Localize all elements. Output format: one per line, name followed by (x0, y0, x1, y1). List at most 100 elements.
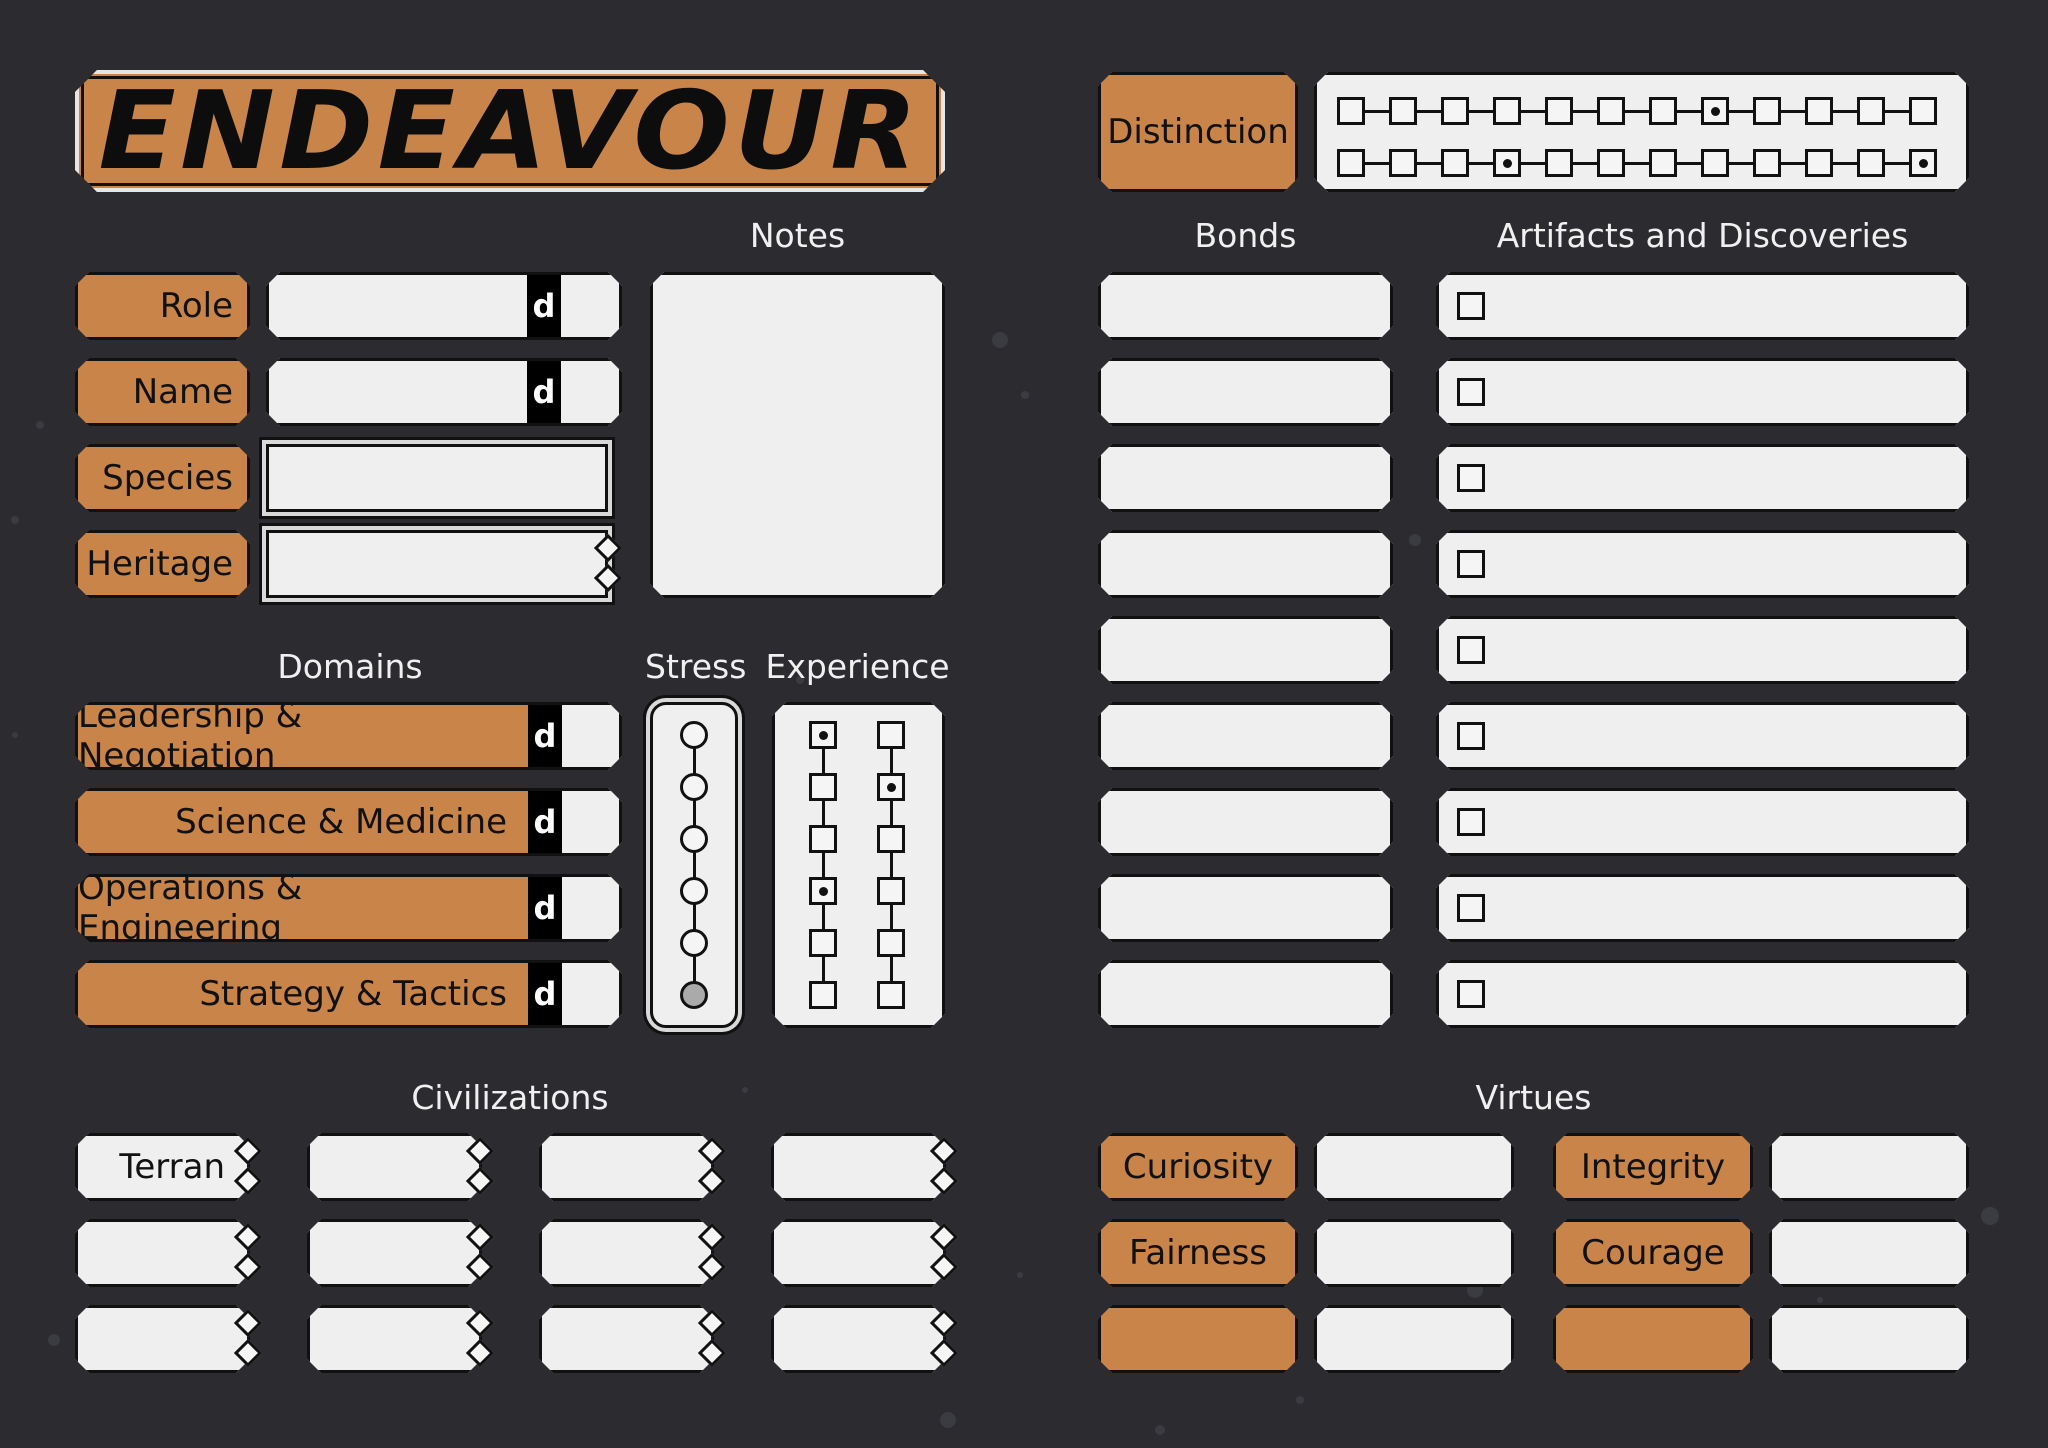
experience-box[interactable] (809, 929, 837, 957)
distinction-box[interactable] (1649, 97, 1677, 125)
civilization-field[interactable] (771, 1133, 946, 1201)
artifact-field[interactable] (1436, 358, 1969, 426)
distinction-box[interactable] (1597, 97, 1625, 125)
virtue-value-field[interactable] (1314, 1133, 1514, 1201)
artifact-checkbox[interactable] (1457, 894, 1485, 922)
distinction-box[interactable] (1909, 149, 1937, 177)
experience-box[interactable] (809, 773, 837, 801)
artifact-field[interactable] (1436, 444, 1969, 512)
artifact-checkbox[interactable] (1457, 808, 1485, 836)
heritage-field[interactable] (266, 530, 608, 598)
distinction-box[interactable] (1909, 97, 1937, 125)
role-field[interactable]: d (266, 272, 622, 340)
artifact-checkbox[interactable] (1457, 722, 1485, 750)
artifact-field[interactable] (1436, 530, 1969, 598)
distinction-box[interactable] (1805, 149, 1833, 177)
stress-circle[interactable] (680, 773, 708, 801)
distinction-box[interactable] (1805, 97, 1833, 125)
distinction-box[interactable] (1701, 97, 1729, 125)
artifact-checkbox[interactable] (1457, 636, 1485, 664)
distinction-box[interactable] (1597, 149, 1625, 177)
domains-heading: Domains (277, 647, 423, 686)
artifact-field[interactable] (1436, 960, 1969, 1028)
distinction-box[interactable] (1337, 149, 1365, 177)
artifact-field[interactable] (1436, 702, 1969, 770)
experience-box[interactable] (877, 721, 905, 749)
civilization-field[interactable] (307, 1219, 482, 1287)
domain-die-field[interactable] (562, 960, 622, 1028)
bond-field[interactable] (1098, 530, 1393, 598)
civilization-field[interactable] (75, 1305, 250, 1373)
experience-box[interactable] (809, 721, 837, 749)
artifact-checkbox[interactable] (1457, 378, 1485, 406)
distinction-box[interactable] (1545, 97, 1573, 125)
civilization-field[interactable]: Terran (75, 1133, 250, 1201)
artifact-field[interactable] (1436, 788, 1969, 856)
artifact-field[interactable] (1436, 616, 1969, 684)
virtue-value-field[interactable] (1769, 1133, 1969, 1201)
bond-field[interactable] (1098, 272, 1393, 340)
virtue-value-field[interactable] (1314, 1219, 1514, 1287)
domain-die-field[interactable] (562, 702, 622, 770)
distinction-box[interactable] (1493, 149, 1521, 177)
name-label-box: Name (75, 358, 250, 426)
experience-box[interactable] (809, 877, 837, 905)
experience-box[interactable] (877, 981, 905, 1009)
civilization-field[interactable] (771, 1219, 946, 1287)
artifact-checkbox[interactable] (1457, 980, 1485, 1008)
experience-box[interactable] (809, 981, 837, 1009)
bond-field[interactable] (1098, 444, 1393, 512)
civilization-field[interactable] (307, 1133, 482, 1201)
stress-circle[interactable] (680, 877, 708, 905)
distinction-box[interactable] (1753, 97, 1781, 125)
civilization-field[interactable] (539, 1305, 714, 1373)
distinction-box[interactable] (1441, 149, 1469, 177)
stress-circle[interactable] (680, 721, 708, 749)
species-field[interactable] (266, 444, 608, 512)
stress-circle[interactable] (680, 981, 708, 1009)
stress-circle[interactable] (680, 825, 708, 853)
artifact-field[interactable] (1436, 874, 1969, 942)
bond-field[interactable] (1098, 702, 1393, 770)
civilization-field[interactable] (771, 1305, 946, 1373)
virtue-value-field[interactable] (1769, 1219, 1969, 1287)
distinction-box[interactable] (1389, 149, 1417, 177)
notes-field[interactable] (650, 272, 945, 598)
distinction-label-box: Distinction (1098, 72, 1298, 192)
distinction-box[interactable] (1701, 149, 1729, 177)
experience-box[interactable] (877, 877, 905, 905)
civilization-field[interactable] (307, 1305, 482, 1373)
distinction-box[interactable] (1753, 149, 1781, 177)
distinction-box[interactable] (1857, 149, 1885, 177)
civilization-field[interactable] (75, 1219, 250, 1287)
distinction-box[interactable] (1389, 97, 1417, 125)
species-label-box: Species (75, 444, 250, 512)
virtue-value-field[interactable] (1314, 1305, 1514, 1373)
bond-field[interactable] (1098, 960, 1393, 1028)
distinction-box[interactable] (1493, 97, 1521, 125)
experience-box[interactable] (877, 825, 905, 853)
distinction-box[interactable] (1649, 149, 1677, 177)
experience-box[interactable] (877, 773, 905, 801)
domain-die-field[interactable] (562, 874, 622, 942)
artifact-checkbox[interactable] (1457, 292, 1485, 320)
civilization-field[interactable] (539, 1133, 714, 1201)
artifact-checkbox[interactable] (1457, 464, 1485, 492)
bond-field[interactable] (1098, 358, 1393, 426)
bond-field[interactable] (1098, 788, 1393, 856)
distinction-box[interactable] (1441, 97, 1469, 125)
bond-field[interactable] (1098, 616, 1393, 684)
virtue-value-field[interactable] (1769, 1305, 1969, 1373)
stress-circle[interactable] (680, 929, 708, 957)
experience-box[interactable] (809, 825, 837, 853)
distinction-box[interactable] (1857, 97, 1885, 125)
bond-field[interactable] (1098, 874, 1393, 942)
distinction-box[interactable] (1545, 149, 1573, 177)
artifact-field[interactable] (1436, 272, 1969, 340)
name-field[interactable]: d (266, 358, 622, 426)
distinction-box[interactable] (1337, 97, 1365, 125)
experience-box[interactable] (877, 929, 905, 957)
domain-die-field[interactable] (562, 788, 622, 856)
civilization-field[interactable] (539, 1219, 714, 1287)
artifact-checkbox[interactable] (1457, 550, 1485, 578)
